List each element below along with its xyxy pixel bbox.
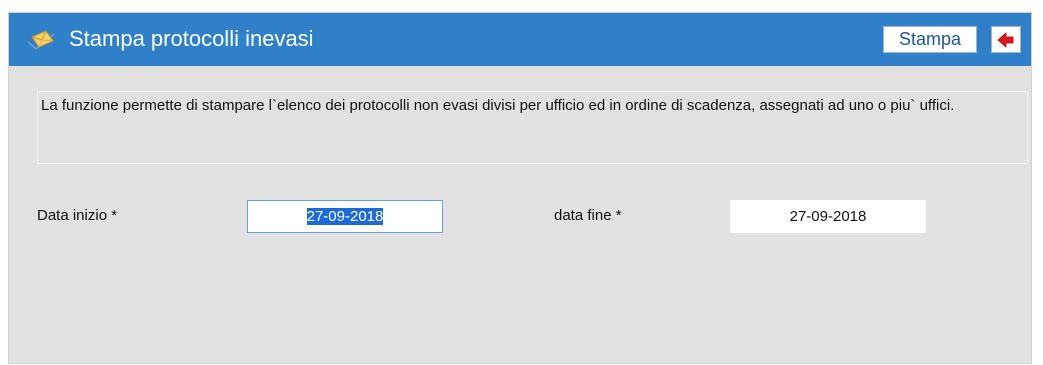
end-date-label: data fine * — [554, 207, 622, 224]
print-unprocessed-protocols-panel: Stampa protocolli inevasi Stampa La funz… — [8, 12, 1032, 364]
envelope-icon — [26, 28, 56, 52]
start-date-input[interactable] — [247, 200, 443, 233]
end-date-input[interactable] — [730, 200, 926, 233]
header-bar: Stampa protocolli inevasi Stampa — [9, 13, 1031, 66]
print-button[interactable]: Stampa — [883, 26, 977, 53]
function-description: La funzione permette di stampare l`elenc… — [37, 91, 1028, 164]
back-button[interactable] — [991, 26, 1021, 53]
start-date-label: Data inizio * — [37, 207, 118, 224]
back-arrow-icon — [997, 32, 1014, 48]
page-title: Stampa protocolli inevasi — [69, 26, 314, 51]
